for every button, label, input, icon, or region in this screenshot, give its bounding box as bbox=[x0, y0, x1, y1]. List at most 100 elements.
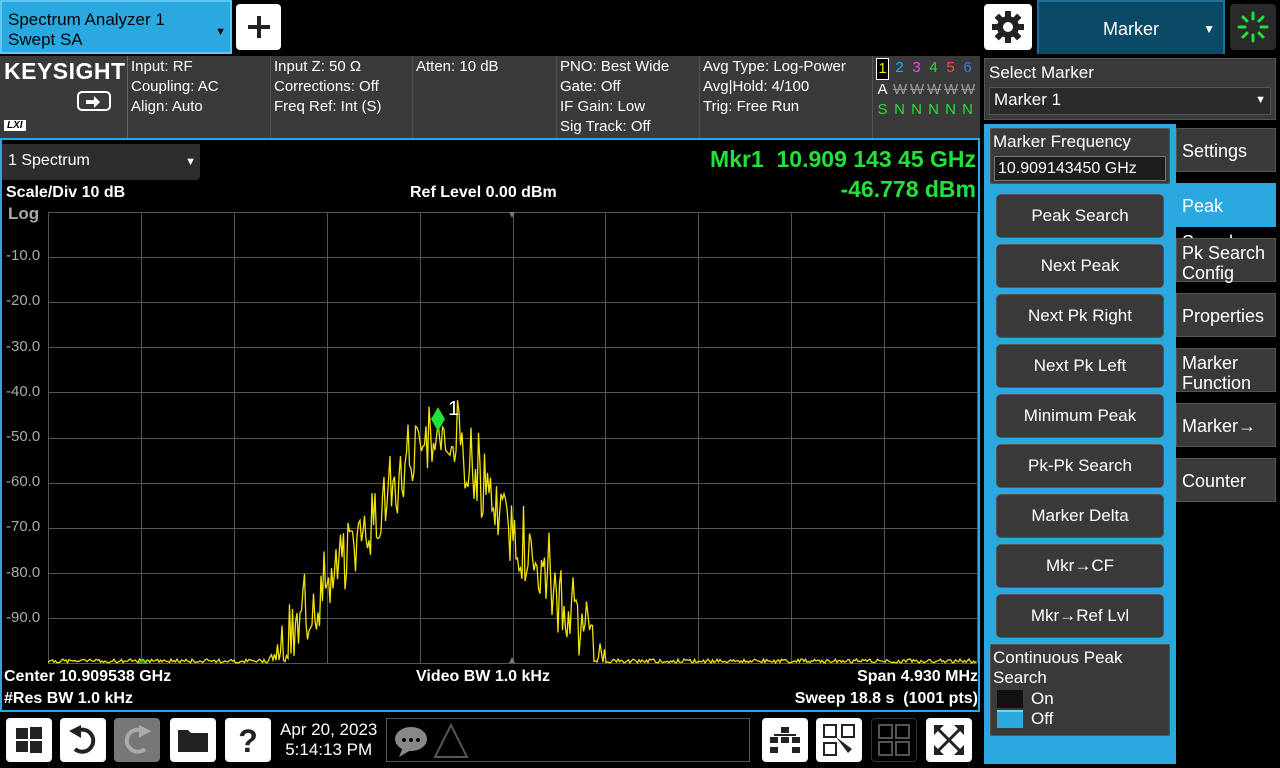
dropdown-arrow-icon: ▼ bbox=[1255, 94, 1266, 106]
span[interactable]: Span 4.930 MHz bbox=[857, 668, 978, 686]
side-tab-peak-search[interactable]: Peak Search bbox=[1176, 183, 1276, 252]
menu-button-next-peak[interactable]: Next Peak bbox=[996, 244, 1164, 288]
menu-button-mkr-ref-lvl[interactable]: Mkr→Ref Lvl bbox=[996, 594, 1164, 638]
multi-window-button[interactable] bbox=[871, 718, 917, 762]
svg-text:?: ? bbox=[238, 724, 258, 756]
trace-number-1: 1 bbox=[876, 58, 889, 80]
sweep-points: (1001 pts) bbox=[903, 690, 978, 707]
window-selector[interactable]: 1 Spectrum ▼ bbox=[2, 144, 200, 180]
menu-panel-tab[interactable]: Marker ▼ bbox=[1037, 0, 1225, 54]
warning-triangle-icon bbox=[433, 722, 469, 758]
center-frequency[interactable]: Center 10.909538 GHz bbox=[4, 668, 171, 686]
settings-button[interactable] bbox=[984, 4, 1032, 50]
trace-number-5: 5 bbox=[946, 59, 955, 76]
on-indicator bbox=[997, 690, 1023, 708]
scale-div: Scale/Div 10 dB bbox=[6, 184, 126, 201]
trace-type-2: W bbox=[893, 81, 908, 98]
redo-button[interactable] bbox=[114, 718, 160, 762]
input-z-settings[interactable]: Input Z: 50 Ω Corrections: Off Freq Ref:… bbox=[271, 56, 413, 138]
help-button[interactable]: ? bbox=[225, 718, 271, 762]
marker-frequency-input[interactable] bbox=[994, 156, 1166, 181]
menu-button-minimum-peak[interactable]: Minimum Peak bbox=[996, 394, 1164, 438]
file-button[interactable] bbox=[170, 718, 216, 762]
menu-button-next-pk-left[interactable]: Next Pk Left bbox=[996, 344, 1164, 388]
trace-number-6: 6 bbox=[963, 59, 972, 76]
y-tick-label: -10.0 bbox=[6, 247, 41, 265]
settings-info-bar: KEYSIGHT LXI Input: RF Coupling: AC Alig… bbox=[0, 56, 980, 140]
sweep-time: Sweep 18.8 s bbox=[794, 690, 895, 707]
corrections-value: Corrections: Off bbox=[274, 78, 379, 95]
side-tab-marker-[interactable]: Marker→ bbox=[1176, 403, 1276, 447]
trigger-value: Trig: Free Run bbox=[703, 98, 800, 115]
time: 5:14:13 PM bbox=[285, 740, 373, 759]
average-settings[interactable]: Avg Type: Log-Power Avg|Hold: 4/100 Trig… bbox=[700, 56, 873, 138]
menu-button-marker-delta[interactable]: Marker Delta bbox=[996, 494, 1164, 538]
side-tab-pk-search-config[interactable]: Pk Search Config bbox=[1176, 238, 1276, 283]
spinner-icon bbox=[1237, 11, 1269, 43]
side-tab-settings[interactable]: Settings bbox=[1176, 128, 1276, 172]
trace-detector-4: N bbox=[928, 101, 939, 118]
ref-level[interactable]: Ref Level 0.00 dBm bbox=[410, 184, 557, 202]
menu-button-pk-pk-search[interactable]: Pk-Pk Search bbox=[996, 444, 1164, 488]
input-settings[interactable]: Input: RF Coupling: AC Align: Auto bbox=[128, 56, 271, 138]
trace-detector-3: N bbox=[911, 101, 922, 118]
sweep-info[interactable]: Sweep 18.8 s (1001 pts) bbox=[795, 690, 978, 708]
select-marker-dropdown[interactable]: Marker 1 ▼ bbox=[989, 87, 1271, 115]
menu-button-next-pk-right[interactable]: Next Pk Right bbox=[996, 294, 1164, 338]
side-tab-counter[interactable]: Counter bbox=[1176, 458, 1276, 502]
on-label: On bbox=[1031, 689, 1054, 708]
select-marker-value: Marker 1 bbox=[994, 90, 1062, 109]
trace-type-5: W bbox=[944, 81, 959, 98]
trace-type-row: AWWWWW bbox=[874, 80, 978, 100]
windows-button[interactable] bbox=[6, 718, 52, 762]
touch-button[interactable] bbox=[816, 718, 862, 762]
avg-hold-value: Avg|Hold: 4/100 bbox=[703, 78, 810, 95]
touch-hand-icon bbox=[823, 724, 855, 756]
remote-display-icon[interactable] bbox=[76, 90, 112, 118]
y-tick-label: -80.0 bbox=[6, 563, 41, 581]
continuous-peak-search-label: Continuous Peak Search bbox=[993, 648, 1123, 687]
attenuation-settings[interactable]: Atten: 10 dB bbox=[413, 56, 557, 138]
marker-frequency-control: Marker Frequency bbox=[990, 128, 1170, 184]
side-tab-properties[interactable]: Properties bbox=[1176, 293, 1276, 337]
trace-type-6: W bbox=[961, 81, 976, 98]
off-indicator bbox=[997, 710, 1023, 728]
help-icon: ? bbox=[238, 724, 258, 756]
menu-button-peak-search[interactable]: Peak Search bbox=[996, 194, 1164, 238]
layout-button[interactable] bbox=[762, 718, 808, 762]
log-scale-label: Log bbox=[8, 204, 40, 223]
trace-status-grid[interactable]: 123456 AWWWWW SNNNNN bbox=[874, 58, 978, 138]
resolution-bandwidth[interactable]: #Res BW 1.0 kHz bbox=[4, 690, 133, 708]
app-tab[interactable]: Spectrum Analyzer 1 Swept SA ▼ bbox=[0, 0, 232, 54]
plus-icon bbox=[247, 16, 270, 38]
continuous-peak-search-toggle[interactable]: Continuous Peak Search On Off bbox=[990, 644, 1170, 736]
trace-number-3: 3 bbox=[912, 59, 921, 76]
spectrum-plot[interactable]: 1 bbox=[48, 212, 978, 664]
video-bandwidth[interactable]: Video BW 1.0 kHz bbox=[416, 668, 550, 686]
trace-number-2: 2 bbox=[895, 59, 904, 76]
menu-button-mkr-cf[interactable]: Mkr→CF bbox=[996, 544, 1164, 588]
network-layout-icon bbox=[770, 727, 800, 753]
coupling-value: Coupling: AC bbox=[131, 78, 219, 95]
trace-type-4: W bbox=[927, 81, 942, 98]
date-time: Apr 20, 2023 5:14:13 PM bbox=[280, 720, 377, 760]
undo-button[interactable] bbox=[60, 718, 106, 762]
continuous-on-option[interactable]: On bbox=[997, 689, 1054, 709]
trace-detector-6: N bbox=[962, 101, 973, 118]
zoom-window-button[interactable] bbox=[926, 718, 972, 762]
folder-icon bbox=[178, 730, 208, 752]
side-tab-marker-function[interactable]: Marker Function bbox=[1176, 348, 1276, 393]
trace-detector-row: SNNNNN bbox=[874, 100, 978, 120]
trace-detector-1: S bbox=[877, 101, 888, 118]
marker-1-symbol: 1 bbox=[431, 398, 459, 432]
add-screen-button[interactable] bbox=[236, 4, 281, 50]
logo-area: KEYSIGHT LXI bbox=[0, 56, 128, 138]
select-marker-label: Select Marker bbox=[989, 63, 1094, 82]
y-tick-label: -40.0 bbox=[6, 382, 41, 400]
measurement-status-indicator[interactable] bbox=[1230, 4, 1276, 50]
pno-settings[interactable]: PNO: Best Wide Gate: Off IF Gain: Low Si… bbox=[557, 56, 700, 138]
message-area[interactable] bbox=[386, 718, 750, 762]
if-gain-value: IF Gain: Low bbox=[560, 98, 646, 115]
y-tick-label: -70.0 bbox=[6, 518, 41, 536]
continuous-off-option[interactable]: Off bbox=[997, 709, 1053, 729]
